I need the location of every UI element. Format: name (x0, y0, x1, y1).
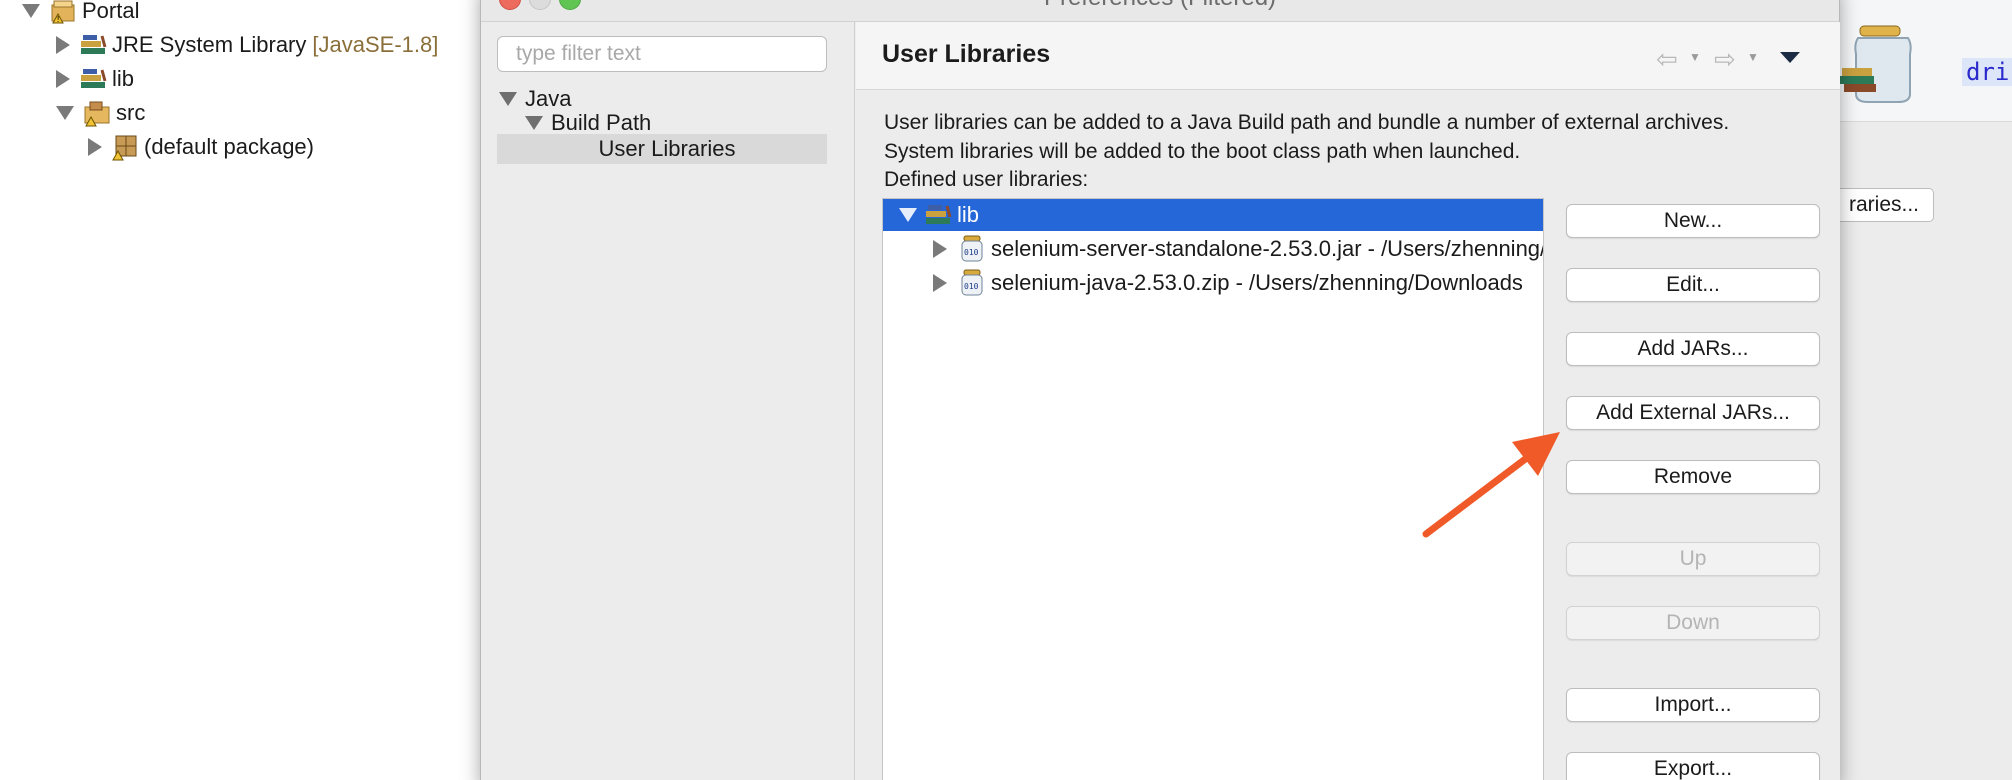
expand-triangle-icon[interactable] (525, 116, 543, 130)
background-editor-area (1840, 0, 2012, 780)
library-entry-row[interactable]: 010 selenium-java-2.53.0.zip - /Users/zh… (883, 267, 1543, 299)
back-history-caret-icon[interactable]: ▼ (1689, 50, 1701, 64)
forward-arrow-icon[interactable]: ⇨ (1714, 44, 1736, 75)
library-icon (923, 200, 953, 230)
nav-item-user-libraries[interactable]: User Libraries (497, 134, 827, 164)
explorer-item-label: src (116, 100, 146, 125)
explorer-item-label: Portal (82, 0, 140, 23)
add-external-jars-button[interactable]: Add External JARs... (1566, 396, 1820, 430)
expand-triangle-icon[interactable] (56, 36, 70, 54)
library-entry-label: selenium-java-2.53.0.zip - /Users/zhenni… (991, 270, 1523, 295)
explorer-item-label: lib (112, 66, 135, 91)
explorer-item-src[interactable]: src (56, 96, 145, 130)
library-name: lib (957, 202, 980, 227)
jar-library-icon (1838, 14, 1934, 110)
page-title: User Libraries (882, 40, 1051, 68)
expand-triangle-icon[interactable] (499, 92, 517, 106)
svg-text:010: 010 (964, 248, 979, 257)
export-button[interactable]: Export... (1566, 752, 1820, 780)
view-menu-icon[interactable] (1780, 52, 1800, 63)
jar-file-icon: 010 (957, 234, 987, 264)
library-row-lib[interactable]: lib (883, 199, 1543, 231)
expand-triangle-icon[interactable] (56, 106, 74, 120)
package-explorer: ! Portal JRE System Library [JavaSE-1.8]… (0, 0, 484, 780)
edit-button[interactable]: Edit... (1566, 268, 1820, 302)
library-entry-row[interactable]: 010 selenium-server-standalone-2.53.0.ja… (883, 233, 1543, 265)
explorer-item-label: JRE System Library (112, 32, 307, 57)
dialog-titlebar: Preferences (Filtered) (481, 0, 1839, 22)
expand-triangle-icon[interactable] (56, 70, 70, 88)
preferences-nav-pane: Java Build Path User Libraries (481, 22, 855, 780)
preferences-dialog: Preferences (Filtered) Java Build Path U… (480, 0, 1840, 780)
annotation-arrow-icon (1422, 432, 1560, 538)
expand-triangle-icon[interactable] (899, 208, 917, 222)
library-entry-label: selenium-server-standalone-2.53.0.jar - … (991, 236, 1543, 261)
explorer-item-default-package[interactable]: (default package) (88, 130, 314, 164)
library-icon (78, 64, 108, 94)
expand-triangle-icon[interactable] (22, 4, 40, 18)
filter-input[interactable] (497, 36, 827, 72)
down-button[interactable]: Down (1566, 606, 1820, 640)
source-folder-icon (82, 98, 112, 128)
background-code-fragment: dri (1962, 58, 2012, 86)
jre-version-label: [JavaSE-1.8] (312, 32, 439, 57)
expand-triangle-icon[interactable] (933, 240, 947, 258)
svg-text:!: ! (57, 15, 60, 24)
defined-libraries-label: Defined user libraries: (884, 168, 1089, 191)
nav-item-label: User Libraries (598, 136, 736, 161)
new-button[interactable]: New... (1566, 204, 1820, 238)
expand-triangle-icon[interactable] (933, 274, 947, 292)
dialog-title: Preferences (Filtered) (481, 0, 1839, 12)
back-arrow-icon[interactable]: ⇦ (1656, 44, 1678, 75)
page-header: User Libraries ⇦ ▼ ⇨ ▼ (856, 22, 1840, 90)
up-button[interactable]: Up (1566, 542, 1820, 576)
library-icon (78, 30, 108, 60)
explorer-item-label: (default package) (144, 134, 314, 159)
nav-item-label: Build Path (551, 110, 652, 135)
add-jars-button[interactable]: Add JARs... (1566, 332, 1820, 366)
expand-triangle-icon[interactable] (88, 138, 102, 156)
explorer-item-lib[interactable]: lib (56, 62, 134, 96)
package-icon (110, 132, 140, 162)
forward-history-caret-icon[interactable]: ▼ (1747, 50, 1759, 64)
page-description: User libraries can be added to a Java Bu… (884, 111, 1730, 163)
explorer-item-jre[interactable]: JRE System Library [JavaSE-1.8] (56, 28, 438, 62)
jar-file-icon: 010 (957, 268, 987, 298)
svg-text:010: 010 (964, 282, 979, 291)
remove-button[interactable]: Remove (1566, 460, 1820, 494)
project-icon: ! (48, 0, 78, 26)
import-button[interactable]: Import... (1566, 688, 1820, 722)
explorer-item-portal[interactable]: ! Portal (22, 0, 139, 28)
